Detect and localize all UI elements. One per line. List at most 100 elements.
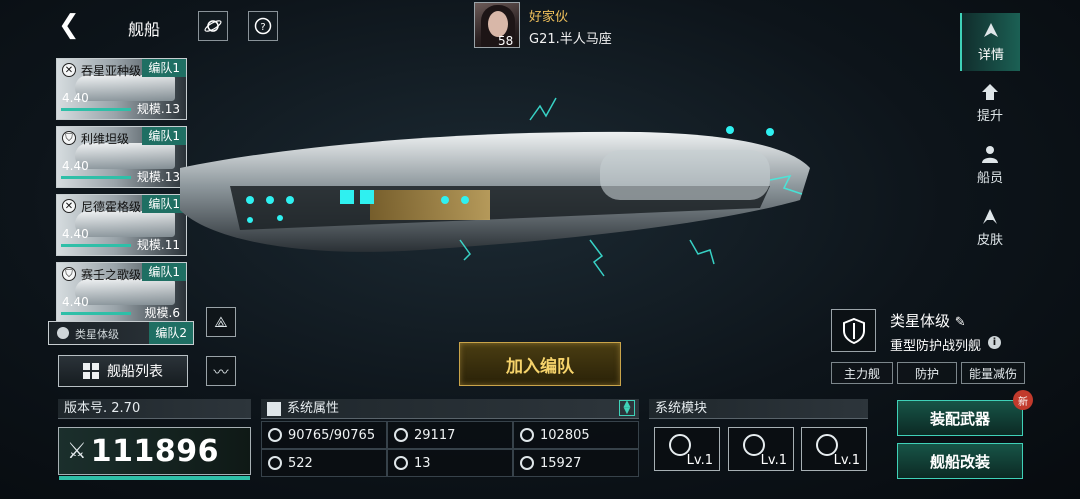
attr-speed: 522 xyxy=(261,449,387,477)
ship-list-label: 舰船列表 xyxy=(107,364,163,380)
attr-armor-value: 29117 xyxy=(414,427,456,443)
fleet-card[interactable]: ✕ 吞星亚种级 编队1 4.40 规模.13 xyxy=(56,58,187,120)
shield-icon: ⛉ xyxy=(62,131,76,145)
ship-class-name-text: 类星体级 xyxy=(890,312,951,330)
tab-skin-label: 皮肤 xyxy=(976,233,1003,248)
tag-main-ship: 主力舰 xyxy=(831,362,893,384)
attr-hull-value: 90765/90765 xyxy=(288,427,376,443)
current-ship-item[interactable]: 类星体级 编队2 xyxy=(48,321,194,345)
fleet-ship-name: 吞星亚种级 xyxy=(81,64,142,78)
player-level: 58 xyxy=(498,34,514,48)
back-button[interactable]: ❮ xyxy=(58,10,80,40)
attr-shield-value: 15927 xyxy=(540,455,582,471)
planet-button[interactable] xyxy=(198,11,228,41)
fleet-ship-name: 利维坦级 xyxy=(81,132,130,146)
attr-grid-value: 13 xyxy=(414,455,431,471)
svg-text:?: ? xyxy=(260,22,265,33)
upgrade-icon xyxy=(982,84,998,100)
module-level: Lv.1 xyxy=(760,453,787,468)
fleet-card[interactable]: ✕ 尼德霍格级 编队1 4.40 规模.11 xyxy=(56,194,187,256)
formation-button[interactable]: ⟁ xyxy=(206,307,236,337)
attr-speed-value: 522 xyxy=(288,455,313,471)
question-icon: ? xyxy=(254,17,272,35)
fleet-ship-name: 尼德霍格级 xyxy=(81,200,142,214)
tab-crew-label: 船员 xyxy=(976,171,1003,186)
help-button[interactable]: ? xyxy=(248,11,278,41)
module-slot[interactable]: Lv.1 xyxy=(654,427,720,471)
tag-defense: 防护 xyxy=(897,362,957,384)
tab-upgrade-label: 提升 xyxy=(976,109,1003,124)
ship-model xyxy=(180,97,810,277)
skin-icon xyxy=(983,209,997,224)
tab-details-label: 详情 xyxy=(977,48,1004,63)
shield-icon: ⛉ xyxy=(62,267,76,281)
stats-button[interactable]: 〰 xyxy=(206,356,236,386)
shield-energy-icon xyxy=(520,456,534,470)
edit-icon[interactable]: ✎ xyxy=(955,315,966,330)
combat-power-value: 111896 xyxy=(90,433,219,469)
attributes-icon xyxy=(267,402,281,416)
tab-details[interactable]: 详情 xyxy=(960,13,1020,71)
attr-shield: 15927 xyxy=(513,449,639,477)
attributes-grid: 90765/90765 29117 102805 522 13 15927 xyxy=(261,421,639,477)
shield-icon xyxy=(57,327,69,339)
info-icon[interactable]: i xyxy=(988,336,1001,349)
attr-grid: 13 xyxy=(387,449,513,477)
module-level: Lv.1 xyxy=(833,453,860,468)
fleet-ship-name: 赛壬之歌级 xyxy=(81,268,142,282)
x-circle-icon: ✕ xyxy=(62,63,76,77)
fleet-card[interactable]: ⛉ 赛壬之歌级 编队1 4.40 规模.6 xyxy=(56,262,187,324)
page-title: 舰船 xyxy=(128,20,161,39)
formation-icon: ⟁ xyxy=(214,313,228,331)
crew-icon xyxy=(982,146,998,163)
fleet-ship-rating: 4.40 xyxy=(62,227,89,241)
details-icon xyxy=(984,23,998,37)
attack-icon xyxy=(520,428,534,442)
equip-weapons-button[interactable]: 装配武器 xyxy=(897,400,1023,436)
ship-class-name: 类星体级 ✎ xyxy=(890,310,966,331)
attributes-title: 系统属性 xyxy=(287,401,340,416)
combat-power: ⚔ 111896 xyxy=(58,427,251,480)
ship-list-button[interactable]: 舰船列表 xyxy=(58,355,188,387)
new-badge: 新 xyxy=(1013,390,1033,410)
join-fleet-button[interactable]: 加入编队 xyxy=(459,342,621,386)
attr-attack-value: 102805 xyxy=(540,427,590,443)
grid-icon xyxy=(83,363,99,379)
speed-icon xyxy=(268,456,282,470)
attr-attack: 102805 xyxy=(513,421,639,449)
power-bar xyxy=(59,476,250,480)
tab-upgrade[interactable]: 提升 xyxy=(960,74,1020,132)
module-level: Lv.1 xyxy=(686,453,713,468)
fleet-ship-rating: 4.40 xyxy=(62,295,89,309)
fleet-ship-rating: 4.40 xyxy=(62,91,89,105)
ship-class-type: 重型防护战列舰 xyxy=(890,339,982,354)
x-circle-icon: ✕ xyxy=(62,199,76,213)
team-badge: 编队1 xyxy=(142,59,186,77)
module-slot[interactable]: Lv.1 xyxy=(801,427,867,471)
toggle-sort-icon[interactable]: ▲ ▼ xyxy=(619,400,635,416)
hull-icon xyxy=(268,428,282,442)
tag-energy-reduction: 能量减伤 xyxy=(961,362,1025,384)
fleet-card[interactable]: ⛉ 利维坦级 编队1 4.40 规模.13 xyxy=(56,126,187,188)
fleet-ship-bar xyxy=(61,108,131,111)
ship-modify-button[interactable]: 舰船改装 xyxy=(897,443,1023,479)
fleet-ship-bar xyxy=(61,244,131,247)
attributes-header: 系统属性 ▲ ▼ xyxy=(261,399,639,419)
armor-icon xyxy=(394,428,408,442)
attr-armor: 29117 xyxy=(387,421,513,449)
wave-icon: 〰 xyxy=(213,362,229,381)
tab-crew[interactable]: 船员 xyxy=(960,136,1020,194)
attr-hull: 90765/90765 xyxy=(261,421,387,449)
tab-skin[interactable]: 皮肤 xyxy=(960,198,1020,256)
ship-class-badge xyxy=(831,309,876,352)
team-badge: 编队2 xyxy=(149,322,193,344)
current-ship-name: 类星体级 xyxy=(75,328,119,341)
fleet-ship-scale: 规模.6 xyxy=(144,306,180,320)
module-slot[interactable]: Lv.1 xyxy=(728,427,794,471)
planet-icon xyxy=(204,20,222,32)
shield-icon xyxy=(842,317,865,344)
modules-header: 系统模块 xyxy=(649,399,868,419)
fleet-ship-bar xyxy=(61,176,131,179)
fleet-ship-bar xyxy=(61,312,131,315)
fleet-ship-rating: 4.40 xyxy=(62,159,89,173)
